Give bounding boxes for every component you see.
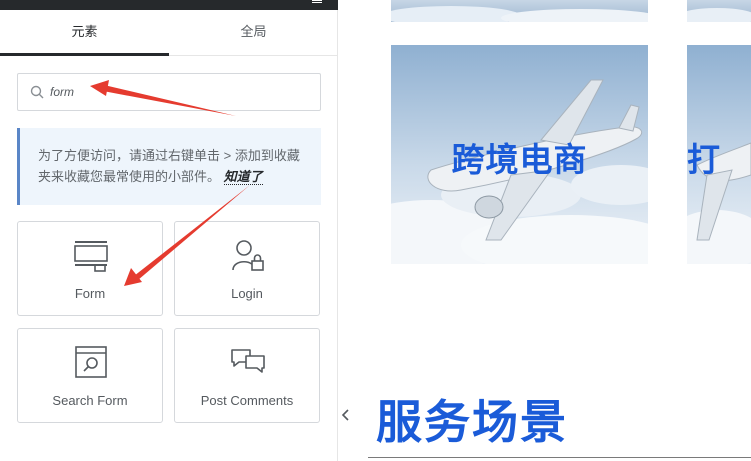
- post-comments-icon: [231, 349, 265, 373]
- image-caption: 跨境电商: [451, 140, 588, 179]
- page-canvas: 跨境电商 打 服务场景: [354, 0, 751, 461]
- search-input[interactable]: [50, 74, 310, 110]
- panel-topbar: [0, 0, 338, 10]
- editor-panel: 元素 全局 为了方便访问，请通过右键单击 > 添加到收藏夹来收藏您最常使用的小部…: [0, 0, 338, 461]
- tab-elements[interactable]: 元素: [0, 10, 169, 56]
- chevron-left-icon: [341, 409, 349, 421]
- panel-collapse-button[interactable]: [338, 392, 354, 438]
- image-card-top-left: [391, 0, 648, 22]
- login-icon: [232, 240, 264, 271]
- widget-login[interactable]: Login: [174, 221, 320, 316]
- favorites-notice: 为了方便访问，请通过右键单击 > 添加到收藏夹来收藏您最常使用的小部件。 知道了: [17, 128, 321, 205]
- search-form-icon: [75, 346, 107, 378]
- image-card-cross-border[interactable]: 跨境电商: [391, 45, 648, 264]
- widget-form[interactable]: Form: [17, 221, 163, 316]
- widget-form-label: Form: [74, 286, 106, 301]
- widget-search: [17, 73, 321, 111]
- image-card-top-right: [687, 0, 751, 22]
- widget-login-label: Login: [231, 286, 263, 301]
- menu-icon[interactable]: [312, 0, 322, 4]
- panel-tabs: 元素 全局: [0, 10, 338, 56]
- search-icon: [30, 85, 44, 99]
- form-icon: [74, 241, 108, 272]
- widget-post-comments-label: Post Comments: [200, 393, 294, 408]
- section-divider: [368, 457, 751, 458]
- image-card-partial[interactable]: 打: [687, 45, 751, 264]
- widget-search-form-label: Search Form: [52, 393, 128, 408]
- image-caption-partial: 打: [687, 140, 720, 179]
- section-heading: 服务场景: [376, 395, 568, 449]
- widget-search-form[interactable]: Search Form: [17, 328, 163, 423]
- notice-dismiss-link[interactable]: 知道了: [223, 169, 263, 185]
- widget-post-comments[interactable]: Post Comments: [174, 328, 320, 423]
- tab-global[interactable]: 全局: [169, 10, 338, 56]
